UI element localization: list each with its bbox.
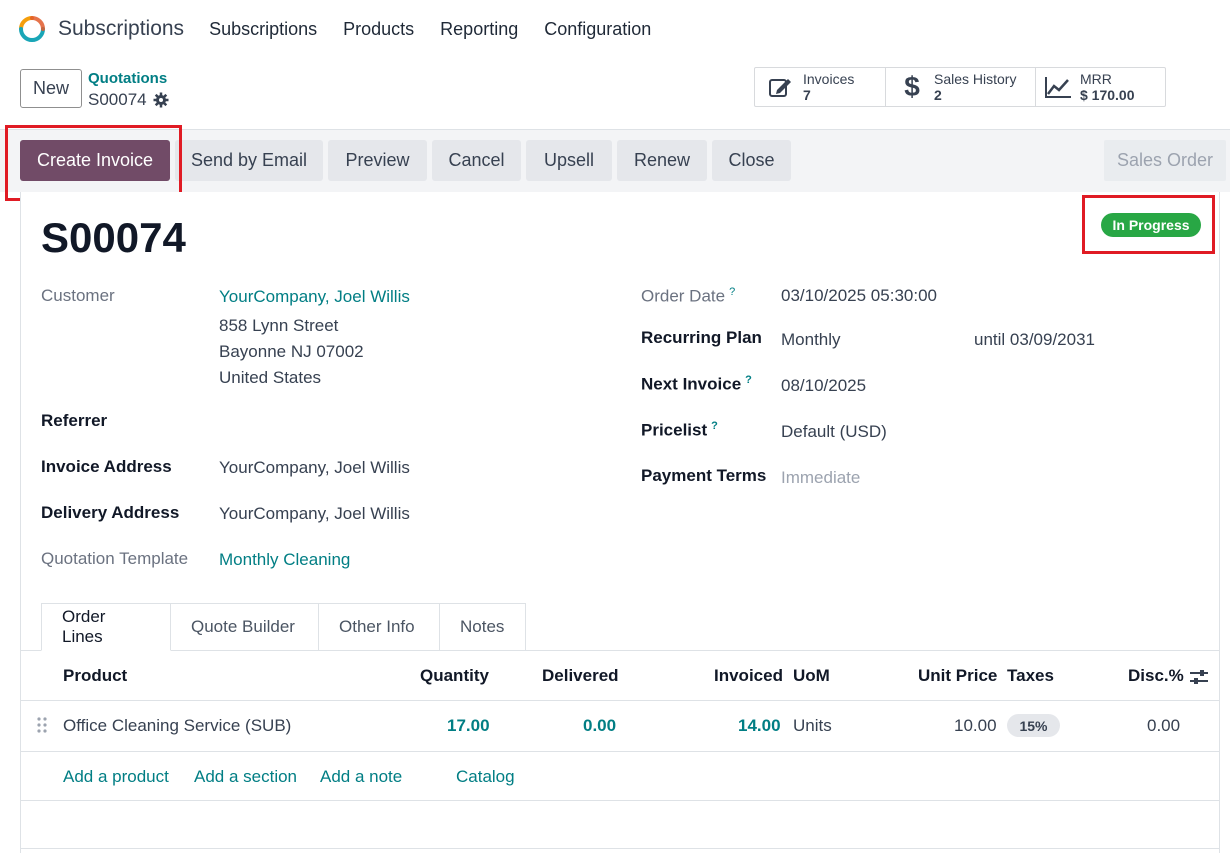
col-invoiced[interactable]: Invoiced <box>714 666 783 686</box>
preview-button[interactable]: Preview <box>328 140 427 181</box>
invoice-address-field[interactable]: YourCompany, Joel Willis <box>219 458 410 478</box>
action-bar: Create Invoice Send by Email Preview Can… <box>0 130 1230 192</box>
help-icon[interactable]: ? <box>711 420 718 432</box>
col-discount[interactable]: Disc.% <box>1128 666 1184 686</box>
col-product[interactable]: Product <box>63 666 127 686</box>
smart-label: MRR <box>1080 71 1112 87</box>
delivery-address-label: Delivery Address <box>41 503 180 522</box>
order-date-field[interactable]: 03/10/2025 05:30:00 <box>781 286 937 306</box>
smart-label: Sales History <box>934 71 1017 87</box>
smart-button-sales-history[interactable]: $ Sales History 2 <box>886 68 1036 106</box>
cell-delivered[interactable]: 0.00 <box>583 716 616 736</box>
delivery-address-field[interactable]: YourCompany, Joel Willis <box>219 504 410 524</box>
nav-products[interactable]: Products <box>343 19 414 40</box>
drag-handle-icon[interactable] <box>36 716 48 734</box>
dollar-icon: $ <box>904 71 920 102</box>
highlight-status-badge <box>1082 195 1215 254</box>
table-row[interactable]: Office Cleaning Service (SUB) 17.00 0.00… <box>20 701 1220 752</box>
address-line-1: 858 Lynn Street <box>219 316 339 335</box>
breadcrumb-parent[interactable]: Quotations <box>88 70 167 87</box>
table-bottom-border <box>20 848 1220 849</box>
next-invoice-label: Next Invoice? <box>641 374 752 395</box>
payment-terms-label: Payment Terms <box>641 466 767 485</box>
record-title: S00074 <box>41 214 186 261</box>
smart-label: Invoices <box>803 71 855 87</box>
pricelist-label-text: Pricelist <box>641 420 708 440</box>
gear-icon[interactable] <box>153 92 169 108</box>
tab-quote-builder[interactable]: Quote Builder <box>171 603 319 651</box>
breadcrumb-current-label: S00074 <box>88 90 147 109</box>
next-invoice-label-text: Next Invoice <box>641 374 742 394</box>
control-panel: New Quotations S00074 Invoices 7 $ Sales… <box>0 58 1230 130</box>
catalog-link[interactable]: Catalog <box>456 767 515 787</box>
help-icon[interactable]: ? <box>745 374 752 386</box>
next-invoice-field[interactable]: 08/10/2025 <box>781 376 866 396</box>
nav-subscriptions[interactable]: Subscriptions <box>209 19 317 40</box>
smart-value: 7 <box>803 87 811 103</box>
customer-label: Customer <box>41 286 115 305</box>
col-taxes[interactable]: Taxes <box>1007 666 1054 686</box>
col-delivered[interactable]: Delivered <box>542 666 619 686</box>
cell-quantity[interactable]: 17.00 <box>447 716 490 736</box>
help-icon[interactable]: ? <box>729 286 735 298</box>
col-uom[interactable]: UoM <box>793 666 830 686</box>
add-line-row: Add a product Add a section Add a note C… <box>20 752 1220 801</box>
top-navbar: Subscriptions Subscriptions Products Rep… <box>0 0 1230 58</box>
cell-product[interactable]: Office Cleaning Service (SUB) <box>63 716 291 736</box>
chart-line-icon <box>1044 73 1072 101</box>
recurring-plan-field[interactable]: Monthly <box>781 330 841 350</box>
edit-icon <box>767 73 795 101</box>
quotation-template-label: Quotation Template <box>41 549 189 568</box>
breadcrumb-current: S00074 <box>88 90 169 110</box>
smart-buttons: Invoices 7 $ Sales History 2 MRR $ 170.0… <box>754 67 1166 107</box>
cell-unit-price[interactable]: 10.00 <box>954 716 997 736</box>
smart-value: 2 <box>934 87 942 103</box>
pricelist-label: Pricelist? <box>641 420 718 441</box>
referrer-label: Referrer <box>41 411 108 430</box>
col-quantity[interactable]: Quantity <box>420 666 489 686</box>
add-product-link[interactable]: Add a product <box>63 767 169 787</box>
cancel-button[interactable]: Cancel <box>432 140 521 181</box>
end-date-field[interactable]: until 03/09/2031 <box>974 330 1095 350</box>
payment-terms-field[interactable]: Immediate <box>781 468 860 488</box>
subscriptions-app-icon[interactable] <box>18 15 46 43</box>
tab-notes[interactable]: Notes <box>440 603 526 651</box>
close-button[interactable]: Close <box>712 140 791 181</box>
customer-field[interactable]: YourCompany, Joel Willis <box>219 287 410 307</box>
smart-button-invoices[interactable]: Invoices 7 <box>755 68 886 106</box>
recurring-plan-label: Recurring Plan <box>641 328 762 347</box>
cell-uom[interactable]: Units <box>793 716 832 736</box>
address-line-3: United States <box>219 368 322 387</box>
col-unit-price[interactable]: Unit Price <box>918 666 997 686</box>
new-button[interactable]: New <box>20 69 82 108</box>
add-note-link[interactable]: Add a note <box>320 767 402 787</box>
cell-discount[interactable]: 0.00 <box>1147 716 1180 736</box>
nav-configuration[interactable]: Configuration <box>544 19 651 40</box>
notebook-tabs: Order Lines Quote Builder Other Info Not… <box>41 603 526 651</box>
add-section-link[interactable]: Add a section <box>194 767 297 787</box>
cell-taxes-badge[interactable]: 15% <box>1007 714 1060 737</box>
smart-button-mrr[interactable]: MRR $ 170.00 <box>1036 68 1165 106</box>
tab-order-lines[interactable]: Order Lines <box>41 603 171 651</box>
optional-columns-icon[interactable] <box>1189 668 1209 686</box>
nav-reporting[interactable]: Reporting <box>440 19 518 40</box>
smart-value: $ 170.00 <box>1080 87 1135 103</box>
cell-invoiced[interactable]: 14.00 <box>738 716 781 736</box>
order-date-label-text: Order Date <box>641 286 726 306</box>
pricelist-field[interactable]: Default (USD) <box>781 422 887 442</box>
invoice-address-label: Invoice Address <box>41 457 172 476</box>
highlight-create-invoice <box>5 125 182 201</box>
quotation-template-field[interactable]: Monthly Cleaning <box>219 550 350 570</box>
status-sales-order[interactable]: Sales Order <box>1104 140 1226 181</box>
order-date-label: Order Date? <box>641 286 735 307</box>
send-by-email-button[interactable]: Send by Email <box>175 140 323 181</box>
order-lines-header: Product Quantity Delivered Invoiced UoM … <box>20 651 1220 701</box>
upsell-button[interactable]: Upsell <box>526 140 612 181</box>
app-name[interactable]: Subscriptions <box>58 17 184 41</box>
address-line-2: Bayonne NJ 07002 <box>219 342 364 361</box>
tab-other-info[interactable]: Other Info <box>319 603 440 651</box>
renew-button[interactable]: Renew <box>617 140 707 181</box>
